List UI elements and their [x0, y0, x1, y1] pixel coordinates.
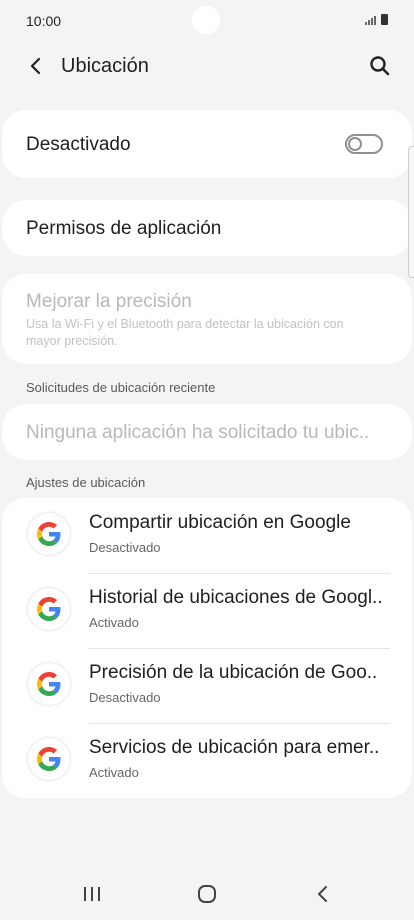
- list-item-title: Compartir ubicación en Google: [89, 512, 351, 533]
- chevron-left-icon: [30, 57, 41, 75]
- google-icon: [28, 588, 70, 630]
- list-item-status: Desactivado: [89, 540, 161, 555]
- search-button[interactable]: [364, 50, 396, 82]
- app-permissions-card[interactable]: Permisos de aplicación: [2, 200, 412, 256]
- location-toggle-card[interactable]: Desactivado: [2, 110, 412, 178]
- recent-requests-empty-text: Ninguna aplicación ha solicitado tu ubic…: [26, 422, 370, 443]
- list-item-emergency-location-services[interactable]: Servicios de ubicación para emer.. Activ…: [2, 723, 414, 798]
- list-item-title: Servicios de ubicación para emer..: [89, 737, 380, 758]
- page-title: Ubicación: [61, 55, 149, 77]
- recent-requests-section-title: Solicitudes de ubicación reciente: [26, 380, 216, 395]
- location-switch[interactable]: [345, 134, 383, 154]
- list-item-google-location-accuracy[interactable]: Precisión de la ubicación de Goo.. Desac…: [2, 648, 414, 723]
- switch-knob: [348, 137, 362, 151]
- list-item-google-location-history[interactable]: Historial de ubicaciones de Googl.. Acti…: [2, 573, 414, 648]
- app-bar: Ubicación: [0, 44, 414, 90]
- battery-icon: [381, 14, 388, 25]
- status-time: 10:00: [26, 13, 62, 29]
- recent-requests-card: Ninguna aplicación ha solicitado tu ubic…: [2, 404, 412, 460]
- google-icon: [28, 513, 70, 555]
- list-item-status: Desactivado: [89, 690, 161, 705]
- list-item-google-location-sharing[interactable]: Compartir ubicación en Google Desactivad…: [2, 498, 414, 573]
- camera-cutout: [192, 6, 220, 34]
- home-icon: [198, 885, 216, 903]
- recent-apps-button[interactable]: [76, 880, 108, 908]
- improve-accuracy-card[interactable]: Mejorar la precisión Usa la Wi-Fi y el B…: [2, 274, 412, 364]
- navigation-bar: [0, 866, 414, 920]
- status-bar: 10:00: [0, 0, 414, 44]
- recent-apps-icon: [84, 887, 100, 901]
- location-settings-card: Compartir ubicación en Google Desactivad…: [2, 498, 412, 798]
- list-item-title: Historial de ubicaciones de Googl..: [89, 587, 383, 608]
- back-button[interactable]: [20, 50, 52, 82]
- improve-accuracy-description: Usa la Wi-Fi y el Bluetooth para detecta…: [26, 317, 344, 348]
- home-button[interactable]: [191, 880, 223, 908]
- list-item-title: Precisión de la ubicación de Goo..: [89, 662, 378, 683]
- status-icons: [365, 14, 388, 25]
- signal-icon: [365, 16, 376, 25]
- scroll-handle[interactable]: [408, 146, 414, 278]
- app-permissions-label: Permisos de aplicación: [26, 218, 222, 239]
- list-item-status: Activado: [89, 765, 139, 780]
- location-settings-section-title: Ajustes de ubicación: [26, 475, 146, 490]
- google-icon: [28, 738, 70, 780]
- list-item-status: Activado: [89, 615, 139, 630]
- improve-accuracy-title: Mejorar la precisión: [26, 291, 192, 312]
- back-icon: [318, 886, 327, 902]
- search-icon: [370, 56, 390, 76]
- location-toggle-label: Desactivado: [26, 134, 131, 155]
- google-icon: [28, 663, 70, 705]
- back-nav-button[interactable]: [306, 880, 338, 908]
